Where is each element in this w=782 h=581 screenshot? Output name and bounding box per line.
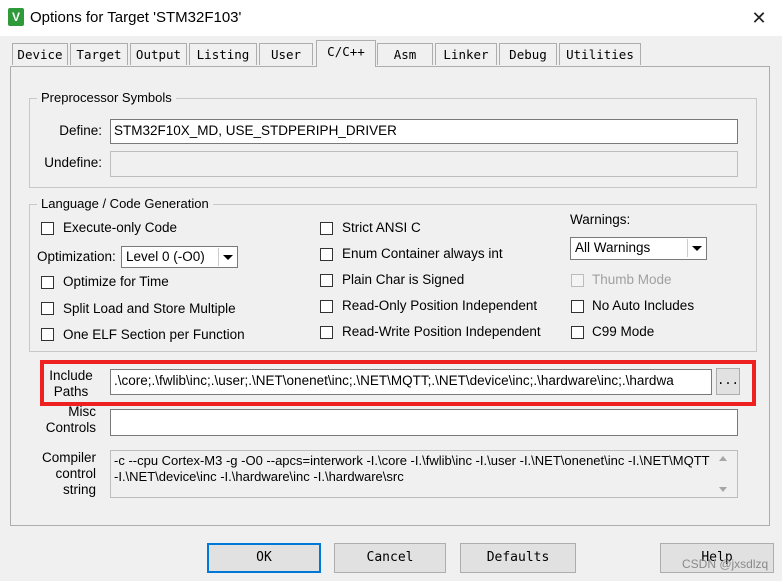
close-button[interactable]: ✕ [748, 7, 770, 29]
rw-position-independent-label: Read-Write Position Independent [342, 324, 541, 339]
optimize-for-time-checkbox[interactable] [41, 276, 54, 289]
ok-button[interactable]: OK [207, 543, 321, 573]
undefine-input[interactable] [110, 151, 738, 177]
tab-c-cpp[interactable]: C/C++ [316, 40, 376, 67]
no-auto-includes-checkbox[interactable] [571, 300, 584, 313]
ro-position-independent-label: Read-Only Position Independent [342, 298, 538, 313]
highlight-annotation-box [40, 360, 756, 406]
rw-position-independent-checkbox[interactable] [320, 326, 333, 339]
warnings-label: Warnings: [570, 212, 631, 227]
scroll-up-arrow-icon[interactable] [719, 456, 727, 461]
plain-char-signed-checkbox[interactable] [320, 274, 333, 287]
optimization-select[interactable]: Level 0 (-O0) [121, 246, 238, 268]
tab-target[interactable]: Target [70, 43, 128, 65]
preprocessor-symbols-legend: Preprocessor Symbols [37, 90, 176, 106]
compiler-label-line2: control [55, 466, 96, 481]
warnings-value: All Warnings [575, 240, 651, 255]
split-load-store-label: Split Load and Store Multiple [63, 301, 236, 316]
tab-device[interactable]: Device [12, 43, 68, 65]
tab-linker[interactable]: Linker [435, 43, 497, 65]
c99-mode-label: C99 Mode [592, 324, 655, 339]
one-elf-section-checkbox[interactable] [41, 328, 54, 341]
tab-debug[interactable]: Debug [499, 43, 557, 65]
one-elf-section-label: One ELF Section per Function [63, 327, 245, 342]
cancel-button[interactable]: Cancel [334, 543, 446, 573]
enum-container-int-label: Enum Container always int [342, 246, 503, 261]
chevron-down-icon[interactable] [218, 248, 236, 266]
misc-controls-label-line1: Misc [68, 404, 96, 419]
enum-container-int-checkbox[interactable] [320, 248, 333, 261]
compiler-label-line1: Compiler [41, 450, 96, 465]
misc-controls-label-line2: Controls [45, 420, 96, 435]
optimize-for-time-label: Optimize for Time [63, 274, 169, 289]
undefine-label: Undefine: [44, 155, 102, 170]
execute-only-label: Execute-only Code [63, 220, 178, 235]
compiler-control-string-label: Compiler control string [34, 450, 96, 498]
ro-position-independent-checkbox[interactable] [320, 300, 333, 313]
tab-listing[interactable]: Listing [189, 43, 257, 65]
csdn-watermark: CSDN @jxsdlzq [682, 557, 769, 571]
chevron-down-icon[interactable] [687, 239, 705, 257]
no-auto-includes-label: No Auto Includes [592, 298, 695, 313]
tab-utilities[interactable]: Utilities [559, 43, 641, 65]
split-load-store-checkbox[interactable] [41, 302, 54, 315]
strict-ansi-c-checkbox[interactable] [320, 222, 333, 235]
compiler-label-line3: string [62, 482, 96, 497]
tab-user[interactable]: User [259, 43, 313, 65]
plain-char-signed-label: Plain Char is Signed [342, 272, 465, 287]
scroll-down-arrow-icon[interactable] [719, 487, 727, 492]
window-title: Options for Target 'STM32F103' [30, 9, 242, 26]
optimization-label: Optimization: [37, 249, 116, 264]
misc-controls-input[interactable] [110, 409, 738, 436]
thumb-mode-label: Thumb Mode [592, 272, 672, 287]
define-label: Define: [59, 123, 102, 138]
language-code-generation-legend: Language / Code Generation [37, 196, 213, 212]
tab-asm[interactable]: Asm [377, 43, 433, 65]
c99-mode-checkbox[interactable] [571, 326, 584, 339]
strict-ansi-c-label: Strict ANSI C [342, 220, 421, 235]
compiler-control-string-textarea[interactable]: -c --cpu Cortex-M3 -g -O0 --apcs=interwo… [110, 450, 738, 498]
defaults-button[interactable]: Defaults [460, 543, 576, 573]
define-input[interactable]: STM32F10X_MD, USE_STDPERIPH_DRIVER [110, 119, 738, 144]
thumb-mode-checkbox[interactable] [571, 274, 584, 287]
keil-uvision-icon: V [8, 8, 24, 26]
misc-controls-label: Misc Controls [38, 404, 96, 436]
optimization-value: Level 0 (-O0) [126, 249, 205, 264]
execute-only-checkbox[interactable] [41, 222, 54, 235]
tab-output[interactable]: Output [130, 43, 187, 65]
warnings-select[interactable]: All Warnings [570, 237, 707, 260]
